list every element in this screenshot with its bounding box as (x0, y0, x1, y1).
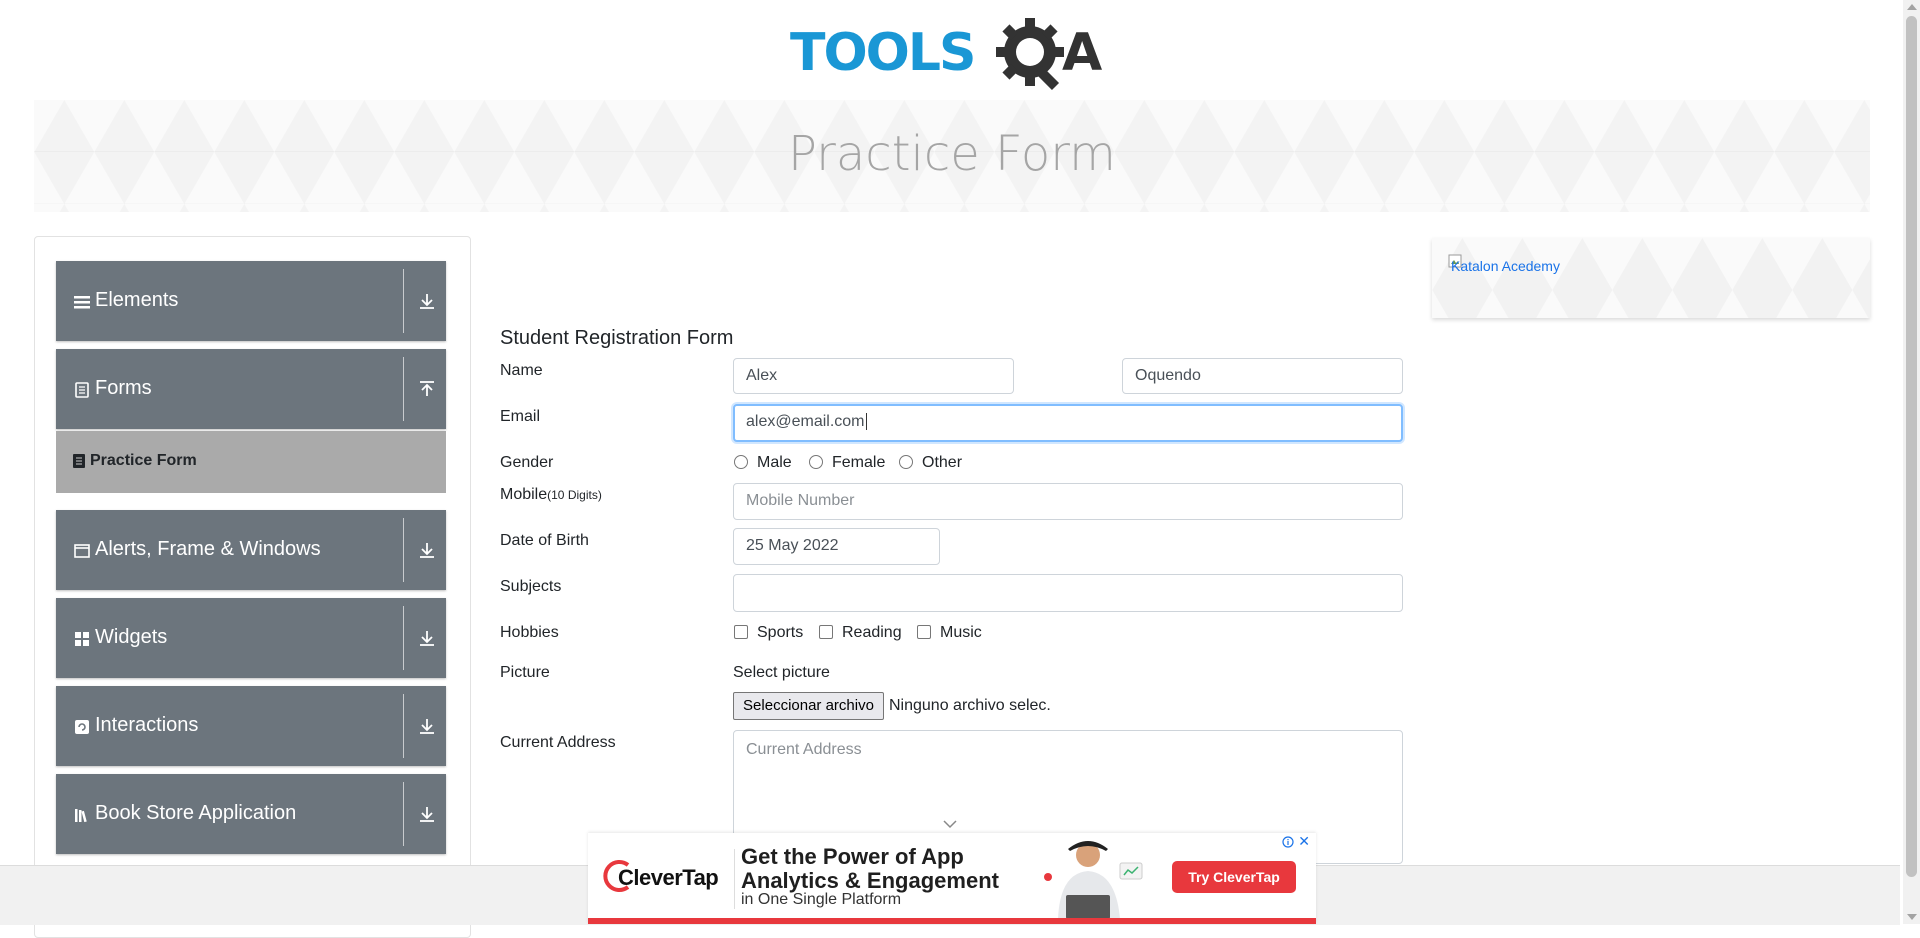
divider (403, 269, 404, 333)
toolsqa-logo[interactable]: TOOLS A (790, 10, 1120, 90)
choose-file-button[interactable]: Seleccionar archivo (733, 692, 884, 720)
hobby-reading-label[interactable]: Reading (842, 624, 902, 642)
ad-headline-line-1: Get the Power of App (741, 844, 964, 869)
collapse-arrow-icon[interactable] (418, 380, 436, 398)
sidebar-group-book-store[interactable]: Book Store Application (56, 774, 446, 854)
scrollbar-thumb[interactable] (1906, 16, 1917, 877)
gender-male-label[interactable]: Male (757, 454, 792, 472)
expand-arrow-icon[interactable] (418, 629, 436, 647)
mobile-input[interactable]: Mobile Number (733, 483, 1403, 520)
gender-other-radio[interactable] (899, 455, 913, 469)
name-label: Name (500, 362, 543, 379)
svg-text:TOOLS: TOOLS (790, 23, 974, 83)
sidebar-item-practice-form[interactable]: Practice Form (56, 431, 446, 493)
ad-headline-line-2: Analytics & Engagement (741, 868, 999, 893)
hobby-sports-checkbox[interactable] (734, 625, 748, 639)
katalon-ad-banner[interactable]: Katalon Acedemy (1432, 238, 1870, 318)
hobby-music-checkbox[interactable] (917, 625, 931, 639)
menu-icon (74, 296, 90, 309)
page-title: Practice Form (788, 126, 1116, 182)
hobby-reading-checkbox[interactable] (819, 625, 833, 639)
hobbies-label: Hobbies (500, 624, 559, 641)
sidebar-group-label: Book Store Application (95, 802, 297, 824)
expand-arrow-icon[interactable] (418, 717, 436, 735)
gender-female-radio[interactable] (809, 455, 823, 469)
address-label: Current Address (500, 734, 616, 751)
try-clevertap-button[interactable]: Try CleverTap (1172, 861, 1296, 893)
interaction-icon (75, 720, 89, 734)
divider (403, 694, 404, 758)
clevertap-ad[interactable]: CleverTap Get the Power of App Analytics… (588, 833, 1316, 924)
hobby-music-label[interactable]: Music (940, 624, 982, 642)
first-name-input[interactable]: Alex (733, 358, 1014, 394)
books-icon (75, 809, 87, 823)
date-of-birth-input[interactable]: 25 May 2022 (733, 528, 940, 565)
chevron-down-icon[interactable] (942, 818, 958, 830)
email-input[interactable]: alex@email.com (733, 404, 1403, 442)
sidebar-group-label: Interactions (95, 714, 199, 736)
site-header: TOOLS A (0, 0, 1900, 100)
sidebar-item-label: Practice Form (90, 452, 197, 469)
sidebar-group-label: Forms (95, 377, 152, 399)
mobile-label-text: Mobile (500, 486, 548, 503)
expand-arrow-icon[interactable] (418, 541, 436, 559)
last-name-input[interactable]: Oquendo (1122, 358, 1403, 394)
sidebar-group-alerts[interactable]: Alerts, Frame & Windows (56, 510, 446, 590)
select-picture-label: Select picture (733, 664, 830, 681)
divider (403, 606, 404, 670)
subjects-input[interactable] (733, 574, 1403, 612)
ad-subline: in One Single Platform (741, 891, 902, 908)
mobile-placeholder: Mobile Number (746, 492, 855, 509)
scroll-down-arrow-icon[interactable] (1907, 914, 1917, 920)
form-icon (73, 454, 85, 468)
sidebar-group-widgets[interactable]: Widgets (56, 598, 446, 678)
svg-text:A: A (1062, 23, 1102, 83)
dob-label: Date of Birth (500, 532, 589, 549)
ad-bottom-stripe (588, 918, 1316, 924)
mobile-hint: (10 Digits) (547, 488, 602, 502)
widgets-icon (75, 632, 89, 646)
sidebar-group-forms[interactable]: Forms (56, 349, 446, 429)
form-title: Student Registration Form (500, 327, 734, 349)
divider (734, 849, 735, 909)
ad-brand: CleverTap (618, 865, 719, 890)
expand-arrow-icon[interactable] (418, 292, 436, 310)
gender-female-label[interactable]: Female (832, 454, 885, 472)
mobile-label: Mobile(10 Digits) (500, 486, 602, 504)
scroll-up-arrow-icon[interactable] (1907, 4, 1917, 10)
gender-label: Gender (500, 454, 554, 471)
gender-other-label[interactable]: Other (922, 454, 962, 472)
document-icon (75, 382, 89, 398)
page-scrollbar[interactable] (1903, 0, 1920, 924)
person-with-laptop-image (1044, 841, 1143, 919)
sidebar-group-interactions[interactable]: Interactions (56, 686, 446, 766)
expand-arrow-icon[interactable] (418, 805, 436, 823)
ad-close-icon[interactable]: ✕ (1298, 833, 1310, 850)
ad-info-icon[interactable] (1282, 836, 1294, 848)
email-value: alex@email.com (746, 413, 865, 430)
sidebar-group-label: Widgets (95, 626, 168, 648)
file-status: Ninguno archivo selec. (889, 697, 1051, 714)
page-banner: Practice Form (34, 100, 1870, 212)
sidebar-group-label: Elements (95, 289, 179, 311)
subjects-label: Subjects (500, 578, 562, 595)
divider (403, 782, 404, 846)
gender-male-radio[interactable] (734, 455, 748, 469)
email-label: Email (500, 408, 541, 425)
picture-label: Picture (500, 664, 550, 681)
sidebar: Elements Forms Practice Form Alerts, Fra… (34, 236, 471, 938)
divider (403, 357, 404, 421)
divider (403, 518, 404, 582)
sidebar-group-elements[interactable]: Elements (56, 261, 446, 341)
hobby-sports-label[interactable]: Sports (757, 624, 803, 642)
text-cursor (865, 413, 867, 430)
katalon-ad-link[interactable]: Katalon Acedemy (1448, 258, 1560, 274)
window-icon (74, 544, 90, 558)
ad-headline: Get the Power of App Analytics & Engagem… (741, 845, 999, 893)
sidebar-group-label: Alerts, Frame & Windows (95, 538, 321, 560)
